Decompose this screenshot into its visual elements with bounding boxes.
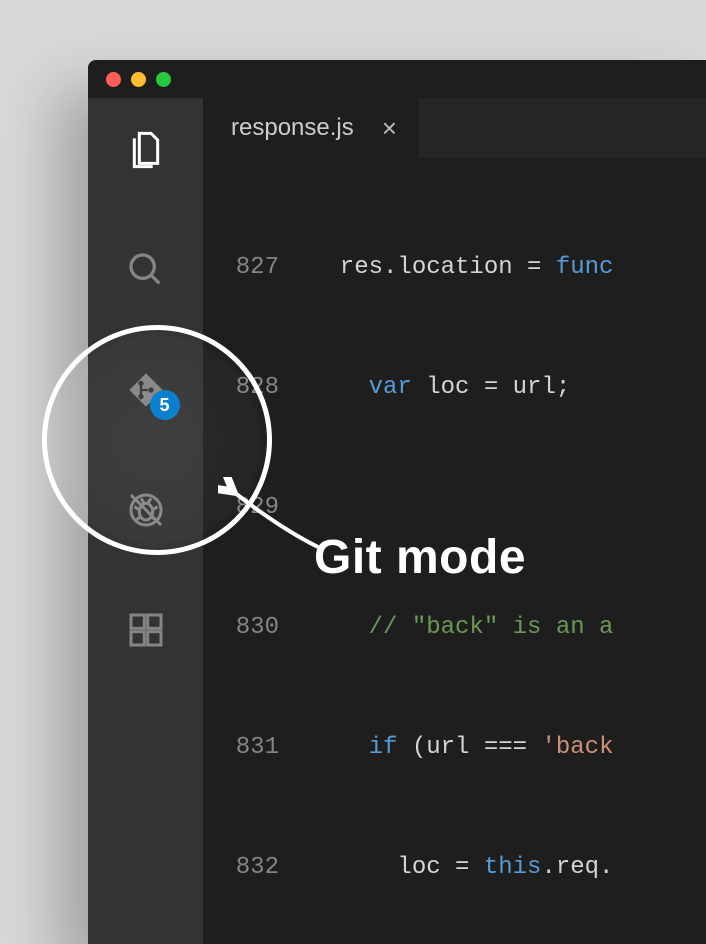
titlebar	[88, 60, 706, 98]
editor-area: response.js × 827 res.location = func 82…	[203, 98, 706, 944]
activity-bar: 5	[88, 98, 203, 944]
source-control-icon[interactable]: 5	[122, 366, 170, 414]
line-number: 828	[203, 368, 311, 408]
close-tab-icon[interactable]: ×	[382, 113, 397, 144]
line-number: 830	[203, 608, 311, 648]
scm-badge: 5	[150, 390, 180, 420]
tab-filename: response.js	[231, 114, 354, 142]
explorer-icon[interactable]	[122, 126, 170, 174]
editor-tab[interactable]: response.js ×	[203, 98, 419, 158]
code-editor[interactable]: 827 res.location = func 828 var loc = ur…	[203, 158, 706, 944]
debug-icon[interactable]	[122, 486, 170, 534]
extensions-icon[interactable]	[122, 606, 170, 654]
minimize-window-button[interactable]	[131, 72, 146, 87]
search-icon[interactable]	[122, 246, 170, 294]
maximize-window-button[interactable]	[156, 72, 171, 87]
line-number: 831	[203, 728, 311, 768]
tab-bar: response.js ×	[203, 98, 706, 158]
editor-window: 5 response.j	[88, 60, 706, 944]
line-number: 829	[203, 488, 311, 528]
close-window-button[interactable]	[106, 72, 121, 87]
line-number: 832	[203, 848, 311, 888]
line-number: 827	[203, 248, 311, 288]
